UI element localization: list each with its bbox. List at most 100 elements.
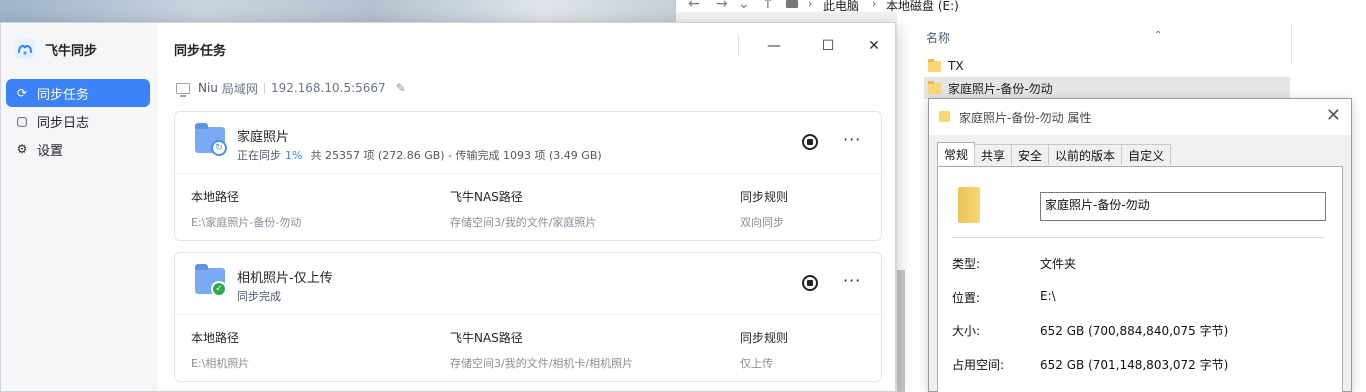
properties-tabs: 常规 共享 安全 以前的版本 自定义 <box>937 142 1172 166</box>
task-name: 家庭照片 <box>237 130 290 145</box>
close-icon[interactable]: ✕ <box>862 35 886 57</box>
sync-icon: ⟳ <box>16 86 28 100</box>
divider <box>263 82 265 94</box>
properties-general-panel: 家庭照片-备份-勿动 类型: 文件夹 位置: E:\ 大小: 652 GB (7… <box>937 166 1343 392</box>
file-name: TX <box>948 59 964 73</box>
folder-icon <box>928 58 941 72</box>
sidebar-item-sync-tasks[interactable]: ⟳ 同步任务 <box>6 79 150 107</box>
nas-path-value: 存储空间3/我的文件/相机卡/相机照片 <box>450 357 634 370</box>
up-arrow-icon[interactable]: ↑ <box>762 0 774 12</box>
sidebar: 飞牛同步 ⟳ 同步任务 ▢ 同步日志 ⚙ 设置 <box>1 23 158 391</box>
device-address: 192.168.10.5:5667 <box>270 81 386 95</box>
task-status: 同步完成 <box>237 288 281 304</box>
tab-customize[interactable]: 自定义 <box>1121 144 1172 165</box>
breadcrumb-separator-icon: › <box>808 0 813 10</box>
folder-icon <box>939 111 950 122</box>
divider <box>952 237 1324 238</box>
main-content: 同步任务 — ☐ ✕ Niu 局域网 192.168.10.5:5667 ✎ ↻… <box>158 23 896 391</box>
sidebar-item-settings[interactable]: ⚙ 设置 <box>6 135 150 163</box>
sync-task-card[interactable]: ↻ 家庭照片 正在同步 1% 共 25357 项 (272.86 GB) - 传输完… <box>174 111 882 241</box>
nas-path-label: 飞牛NAS路径 <box>450 331 523 345</box>
edit-icon[interactable]: ✎ <box>396 81 406 95</box>
local-path-column: 本地路径 E:\家庭照片-备份-勿动 <box>191 188 301 230</box>
nas-path-label: 飞牛NAS路径 <box>450 190 523 204</box>
forward-arrow-icon[interactable]: → <box>716 0 728 12</box>
breadcrumb-separator-icon: › <box>872 0 877 10</box>
dropdown-chevron-icon[interactable]: ⌄ <box>738 0 750 12</box>
list-item[interactable]: TX <box>924 55 1290 77</box>
properties-title: 家庭照片-备份-勿动 属性 <box>959 111 1092 125</box>
nas-path-column: 飞牛NAS路径 存储空间3/我的文件/家庭照片 <box>450 188 596 230</box>
explorer-address-bar: ← → ⌄ ↑ › 此电脑 › 本地磁盘 (E:) <box>676 0 1366 13</box>
tab-previous-versions[interactable]: 以前的版本 <box>1048 144 1123 165</box>
sync-task-card[interactable]: ✓ 相机照片-仅上传 同步完成 ··· 本地路径 E:\相机照片 飞牛NAS路径… <box>174 252 882 382</box>
column-divider[interactable] <box>1291 24 1292 64</box>
task-name: 相机照片-仅上传 <box>237 271 333 286</box>
sync-rule-value: 仅上传 <box>740 357 773 370</box>
folder-icon <box>928 80 941 94</box>
sync-rule-label: 同步规则 <box>740 190 789 204</box>
property-value: 652 GB (700,884,840,075 字节) <box>1040 324 1229 338</box>
sidebar-item-label: 同步日志 <box>37 115 90 131</box>
maximize-icon[interactable]: ☐ <box>816 35 840 57</box>
property-value: 文件夹 <box>1040 257 1077 271</box>
task-header: ↻ 家庭照片 正在同步 1% 共 25357 项 (272.86 GB) - 传输完… <box>175 112 881 174</box>
property-value: 652 GB (701,148,803,072 字节) <box>1040 358 1229 372</box>
task-header: ✓ 相机照片-仅上传 同步完成 ··· <box>175 253 881 315</box>
tab-sharing[interactable]: 共享 <box>974 144 1013 165</box>
log-icon: ▢ <box>16 114 28 128</box>
close-icon[interactable]: ✕ <box>1326 105 1341 126</box>
sync-app-window: 飞牛同步 ⟳ 同步任务 ▢ 同步日志 ⚙ 设置 同步任务 — ☐ ✕ Niu 局… <box>0 22 896 392</box>
sort-up-chevron-icon[interactable]: ⌃ <box>1154 30 1162 41</box>
file-name: 家庭照片-备份-勿动 <box>948 81 1053 96</box>
local-path-label: 本地路径 <box>191 190 240 204</box>
sidebar-item-sync-log[interactable]: ▢ 同步日志 <box>6 107 150 135</box>
properties-dialog: 家庭照片-备份-勿动 属性 ✕ 常规 共享 安全 以前的版本 自定义 家庭照片-… <box>928 98 1352 392</box>
syncing-icon: ↻ <box>211 140 227 156</box>
tab-general[interactable]: 常规 <box>937 142 976 165</box>
list-item[interactable]: 家庭照片-备份-勿动 <box>924 77 1290 99</box>
more-options-icon[interactable]: ··· <box>843 271 861 290</box>
nas-path-column: 飞牛NAS路径 存储空间3/我的文件/相机卡/相机照片 <box>450 329 633 371</box>
status-text: 同步完成 <box>237 290 281 303</box>
local-path-label: 本地路径 <box>191 331 240 345</box>
nas-path-value: 存储空间3/我的文件/家庭照片 <box>450 216 597 229</box>
app-name: 飞牛同步 <box>45 44 98 59</box>
progress-percent: 1% <box>285 149 303 162</box>
property-label: 位置: <box>952 291 981 305</box>
stop-icon[interactable] <box>802 134 818 150</box>
explorer-scrollbar[interactable] <box>897 270 905 392</box>
tab-security[interactable]: 安全 <box>1011 144 1050 165</box>
divider <box>738 35 739 57</box>
property-value: E:\ <box>1040 289 1056 303</box>
network-type: 局域网 <box>221 81 258 96</box>
folder-icon <box>958 187 980 223</box>
sync-rule-column: 同步规则 仅上传 <box>740 329 788 371</box>
sync-rule-value: 双向同步 <box>740 216 784 229</box>
local-path-value: E:\家庭照片-备份-勿动 <box>191 216 302 229</box>
column-header-name[interactable]: 名称 <box>926 29 950 46</box>
properties-titlebar[interactable]: 家庭照片-备份-勿动 属性 ✕ <box>929 99 1351 135</box>
status-text: 正在同步 <box>237 149 281 162</box>
minimize-icon[interactable]: — <box>762 35 786 57</box>
task-status: 正在同步 1% 共 25357 项 (272.86 GB) - 传输完成 1093 … <box>237 147 602 163</box>
page-title: 同步任务 <box>174 44 227 59</box>
more-options-icon[interactable]: ··· <box>843 130 861 149</box>
property-label: 大小: <box>952 324 981 338</box>
desktop-background <box>0 0 680 22</box>
property-label: 类型: <box>952 257 981 271</box>
sync-rule-label: 同步规则 <box>740 331 789 345</box>
sidebar-item-label: 同步任务 <box>37 87 90 103</box>
device-info: Niu 局域网 192.168.10.5:5667 ✎ <box>176 79 406 97</box>
back-arrow-icon[interactable]: ← <box>688 0 700 12</box>
transfer-detail: 共 25357 项 (272.86 GB) - 传输完成 1093 项 (3.4… <box>310 149 602 162</box>
local-path-value: E:\相机照片 <box>191 357 250 370</box>
check-icon: ✓ <box>211 281 227 297</box>
computer-icon <box>176 82 190 97</box>
folder-name-field[interactable]: 家庭照片-备份-勿动 <box>1040 192 1326 221</box>
stop-icon[interactable] <box>802 275 818 291</box>
sidebar-item-label: 设置 <box>37 143 64 159</box>
drive-icon <box>786 0 798 8</box>
device-name: Niu <box>198 81 218 95</box>
property-label: 占用空间: <box>952 358 1005 372</box>
